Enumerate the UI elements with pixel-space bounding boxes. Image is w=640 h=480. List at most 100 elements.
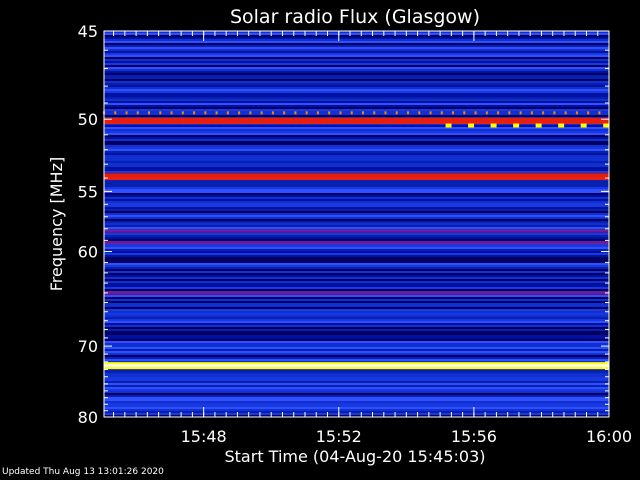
background-row [104, 207, 609, 209]
background-row [104, 227, 609, 229]
background-row [104, 91, 609, 93]
background-row [104, 159, 609, 161]
background-row [104, 357, 609, 359]
background-row [104, 189, 609, 191]
background-row [104, 149, 609, 151]
background-row [104, 157, 609, 159]
background-row [104, 345, 609, 347]
x-tick-label: 15:56 [451, 427, 497, 446]
burst-marker [485, 111, 488, 115]
background-row [104, 205, 609, 207]
burst-marker [542, 111, 545, 115]
burst-marker [564, 111, 567, 115]
burst-marker [170, 111, 173, 115]
background-row [104, 163, 609, 165]
burst-marker [114, 111, 117, 115]
background-row [104, 197, 609, 199]
background-row [104, 223, 609, 225]
burst-marker [316, 111, 319, 115]
background-row [104, 411, 609, 413]
background-row [104, 105, 609, 107]
burst-marker [204, 111, 207, 115]
y-tick-label: 50 [78, 110, 98, 129]
background-row [104, 351, 609, 353]
background-row [104, 339, 609, 341]
background-row [104, 353, 609, 355]
burst-marker [429, 111, 432, 115]
background-row [104, 221, 609, 223]
background-row [104, 43, 609, 45]
burst-marker [305, 111, 308, 115]
burst-marker [587, 111, 590, 115]
burst-marker [125, 111, 128, 115]
burst-marker [339, 111, 342, 115]
background-row [104, 169, 609, 171]
burst-marker [575, 111, 578, 115]
background-row [104, 383, 609, 385]
background-row [104, 181, 609, 183]
plot-area [104, 31, 609, 417]
background-row [104, 283, 609, 285]
burst-marker [440, 111, 443, 115]
y-axis-label: Frequency [MHz] [47, 157, 66, 291]
frequency-band [104, 290, 609, 295]
background-row [104, 69, 609, 71]
background-row [104, 61, 609, 63]
burst-marker [603, 123, 610, 128]
background-row [104, 67, 609, 69]
background-row [104, 277, 609, 279]
burst-marker [271, 111, 274, 115]
x-axis-label: Start Time (04-Aug-20 15:45:03) [225, 447, 486, 466]
background-row [104, 225, 609, 227]
background-row [104, 251, 609, 253]
burst-marker [490, 123, 497, 128]
burst-marker [148, 111, 151, 115]
background-row [104, 199, 609, 201]
background-row [104, 153, 609, 155]
background-row [104, 151, 609, 153]
background-row [104, 113, 609, 115]
background-row [104, 81, 609, 83]
background-row [104, 297, 609, 299]
y-tick-label: 45 [78, 22, 98, 41]
background-row [104, 213, 609, 215]
burst-marker [384, 111, 387, 115]
background-row [104, 259, 609, 261]
background-row [104, 347, 609, 349]
background-row [104, 143, 609, 145]
burst-marker [553, 111, 556, 115]
background-row [104, 53, 609, 55]
background-row [104, 373, 609, 375]
burst-marker [558, 123, 565, 128]
burst-marker [328, 111, 331, 115]
burst-marker [407, 111, 410, 115]
y-tick-label: 70 [78, 337, 98, 356]
background-row [104, 311, 609, 313]
burst-marker [294, 111, 297, 115]
x-tick-label: 16:00 [586, 427, 632, 446]
background-row [104, 65, 609, 67]
background-row [104, 269, 609, 271]
burst-marker [181, 111, 184, 115]
background-row [104, 33, 609, 35]
background-row [104, 355, 609, 357]
background-row [104, 289, 609, 291]
background-row [104, 109, 609, 111]
background-row [104, 101, 609, 103]
background-row [104, 39, 609, 41]
background-row [104, 409, 609, 411]
background-row [104, 333, 609, 335]
background-row [104, 315, 609, 317]
background-row [104, 203, 609, 205]
background-row [104, 137, 609, 139]
burst-marker [418, 111, 421, 115]
frequency-band [104, 117, 609, 124]
background-row [104, 313, 609, 315]
y-tick-label: 80 [78, 408, 98, 427]
background-row [104, 187, 609, 189]
background-row [104, 59, 609, 61]
background-row [104, 147, 609, 149]
background-row [104, 359, 609, 361]
updated-timestamp: Updated Thu Aug 13 13:01:26 2020 [2, 467, 164, 477]
frequency-band [104, 240, 609, 245]
